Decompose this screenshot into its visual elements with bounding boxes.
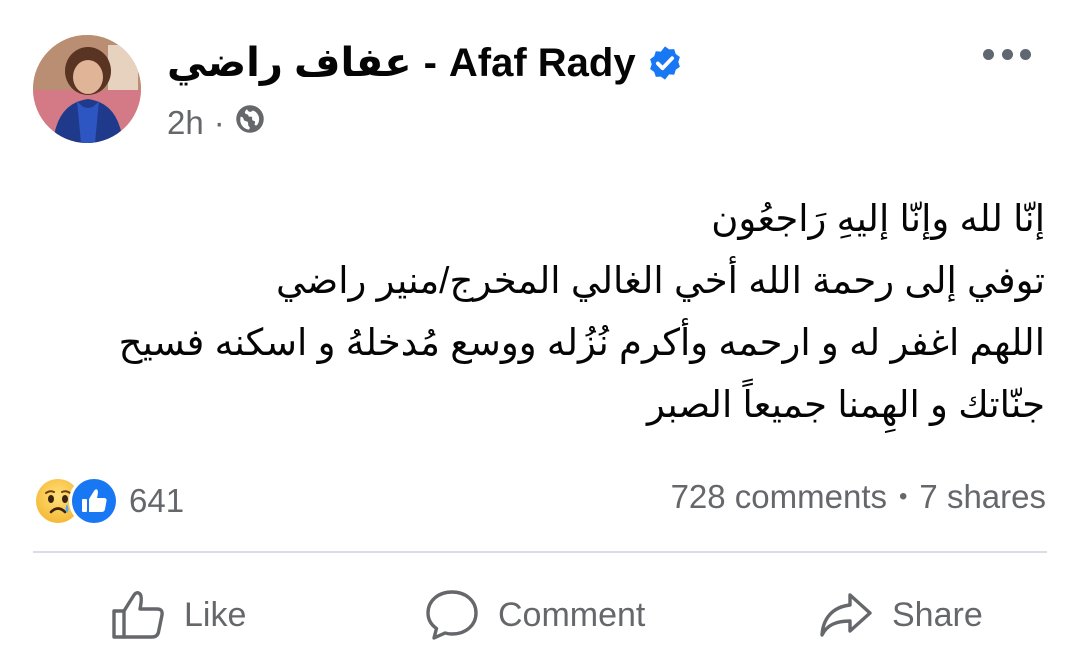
shares-count[interactable]: 7 shares bbox=[919, 478, 1046, 516]
post-text-line: اللهم اغفر له و ارحمه وأكرم نُزُله ووسع … bbox=[118, 322, 1045, 363]
post-action-bar: Like Comment Share bbox=[0, 580, 1080, 650]
post-text-line: إنّا لله وإنّا إليهِ رَاجعُون bbox=[711, 198, 1045, 239]
reaction-count[interactable]: 641 bbox=[129, 482, 184, 520]
author-avatar[interactable] bbox=[33, 35, 141, 143]
author-name-separator: - bbox=[423, 40, 437, 85]
more-dot bbox=[1001, 48, 1013, 60]
author-name-latin[interactable]: Afaf Rady bbox=[449, 41, 636, 86]
post-author[interactable]: عفاف راضي - Afaf Rady bbox=[167, 40, 684, 86]
more-dot bbox=[1020, 48, 1031, 60]
comment-label: Comment bbox=[498, 595, 646, 634]
globe-icon[interactable] bbox=[235, 104, 265, 142]
like-label: Like bbox=[184, 595, 247, 634]
post-time[interactable]: 2h bbox=[167, 104, 204, 142]
comment-button[interactable]: Comment bbox=[424, 580, 645, 650]
post-text-line: توفي إلى رحمة الله أخي الغالي المخرج/مني… bbox=[275, 260, 1045, 301]
reactions-summary[interactable]: 641 bbox=[33, 476, 184, 526]
post-text: إنّا لله وإنّا إليهِ رَاجعُون توفي إلى ر… bbox=[85, 188, 1045, 436]
author-name-arabic[interactable]: عفاف راضي bbox=[167, 40, 412, 86]
verified-badge-icon bbox=[646, 44, 684, 82]
share-label: Share bbox=[892, 595, 983, 634]
more-dot bbox=[983, 48, 994, 60]
post-text-line: جنّاتك و الهِمنا جميعاً الصبر bbox=[647, 384, 1045, 425]
comment-icon bbox=[426, 590, 478, 640]
like-reaction-icon bbox=[69, 476, 119, 526]
post-meta: 2h · bbox=[167, 104, 265, 142]
comments-count[interactable]: 728 comments bbox=[671, 478, 887, 516]
like-icon bbox=[112, 591, 164, 639]
more-options-icon[interactable] bbox=[983, 42, 1031, 66]
divider bbox=[33, 551, 1047, 553]
meta-separator: · bbox=[213, 104, 225, 141]
post-stats: 728 comments • 7 shares bbox=[671, 478, 1046, 516]
share-icon bbox=[820, 593, 872, 637]
stats-separator: • bbox=[899, 483, 908, 510]
like-button[interactable]: Like bbox=[110, 580, 246, 650]
share-button[interactable]: Share bbox=[818, 580, 983, 650]
